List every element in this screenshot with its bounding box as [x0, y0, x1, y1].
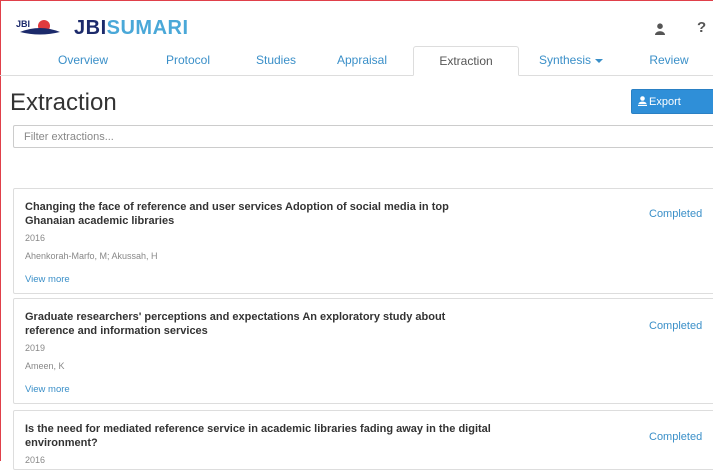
brand-name: JBISUMARI	[74, 13, 189, 43]
tab-review-label: Review	[649, 53, 689, 67]
view-more-link[interactable]: View more	[25, 384, 70, 396]
study-authors: Ameen, K	[25, 361, 65, 371]
user-export-icon	[638, 96, 647, 106]
app-header: JBI JBISUMARI ? Overview Protocol Studie…	[0, 0, 713, 76]
status-completed: Completed	[649, 208, 703, 220]
chevron-down-icon	[595, 58, 604, 63]
help-icon[interactable]: ?	[697, 19, 706, 37]
tab-appraisal-label: Appraisal	[336, 53, 388, 67]
export-docx-button[interactable]: Export DOCX	[631, 89, 713, 131]
study-authors: Ahenkorah-Marfo, M; Akussah, H	[25, 251, 158, 261]
extraction-card: Graduate researchers' perceptions and ex…	[13, 298, 713, 404]
tab-synthesis[interactable]: Synthesis	[519, 46, 623, 75]
svg-text:JBI: JBI	[16, 19, 30, 29]
main-tabs: Overview Protocol Studies Appraisal Extr…	[0, 46, 713, 76]
page-title: Extraction	[10, 89, 117, 116]
status-completed: Completed	[649, 320, 703, 332]
jbi-logo-icon: JBI	[16, 19, 60, 35]
brand-name-jbi: JBI	[74, 17, 107, 39]
tab-review[interactable]: Review	[620, 46, 713, 75]
tab-overview[interactable]: Overview	[28, 46, 138, 75]
study-year: 2016	[25, 233, 46, 243]
tab-studies[interactable]: Studies	[226, 46, 326, 75]
tab-synthesis-label: Synthesis	[538, 53, 592, 67]
tab-extraction-label: Extraction	[439, 54, 493, 68]
study-title: Is the need for mediated reference servi…	[25, 423, 491, 449]
user-icon[interactable]	[655, 22, 665, 40]
brand-logo[interactable]: JBI JBISUMARI	[16, 13, 189, 43]
tab-extraction[interactable]: Extraction	[413, 46, 519, 76]
tab-protocol[interactable]: Protocol	[138, 46, 238, 75]
study-year: 2019	[25, 343, 46, 353]
tab-appraisal[interactable]: Appraisal	[312, 46, 412, 75]
brand-name-sumari: SUMARI	[106, 17, 189, 39]
view-more-link[interactable]: View more	[25, 274, 70, 286]
tab-protocol-label: Protocol	[165, 53, 211, 67]
study-year: 2016	[25, 455, 46, 465]
tab-overview-label: Overview	[57, 53, 108, 67]
study-title: Changing the face of reference and user …	[25, 201, 449, 227]
filter-extractions-input[interactable]	[13, 125, 713, 148]
tab-studies-label: Studies	[255, 53, 297, 67]
extraction-card: Changing the face of reference and user …	[13, 188, 713, 294]
extraction-card: Is the need for mediated reference servi…	[13, 410, 713, 470]
status-completed: Completed	[649, 431, 703, 443]
study-title: Graduate researchers' perceptions and ex…	[25, 311, 446, 337]
